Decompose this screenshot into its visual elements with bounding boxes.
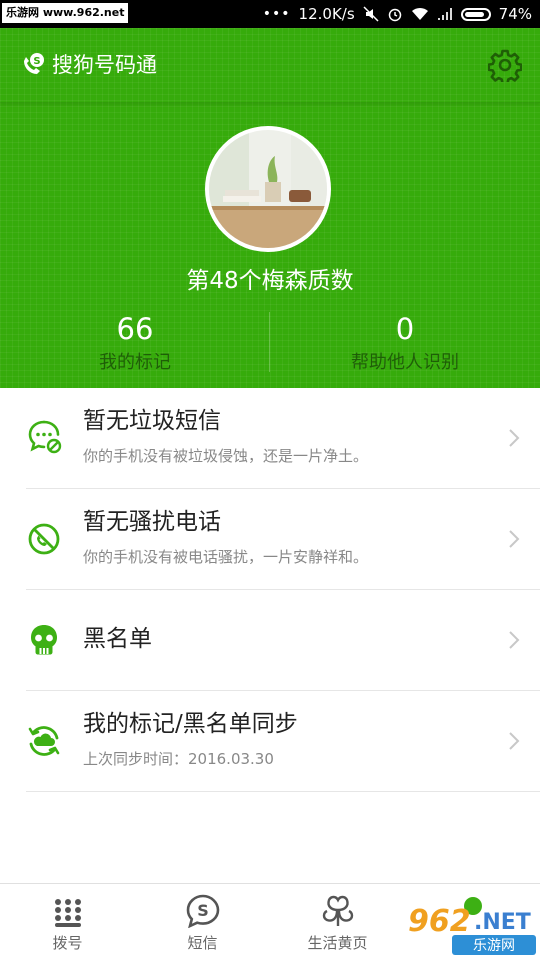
- list-item-title: 我的标记/黑名单同步: [83, 711, 298, 737]
- list-item-blacklist[interactable]: 黑名单: [26, 590, 540, 691]
- tab-label: 生活黄页: [307, 934, 368, 952]
- list-item-spam-sms[interactable]: 暂无垃圾短信 你的手机没有被垃圾侵蚀，还是一片净土。: [26, 388, 540, 489]
- wifi-icon: [411, 7, 428, 20]
- list-item-sync[interactable]: 我的标记/黑名单同步 上次同步时间：2016.03.30: [26, 691, 540, 792]
- avatar[interactable]: [205, 126, 331, 252]
- alarm-icon: [388, 8, 401, 22]
- chevron-right-icon: [509, 429, 520, 447]
- battery-icon: [460, 7, 491, 21]
- stat-value: 0: [395, 312, 415, 346]
- list-item-subtitle: 上次同步时间：2016.03.30: [83, 750, 274, 768]
- cloud-sync-icon: [28, 726, 60, 756]
- battery-percent: 74%: [498, 5, 532, 23]
- stat-label: 帮助他人识别: [351, 352, 459, 373]
- stat-my-marks[interactable]: 66 我的标记: [0, 310, 270, 378]
- stat-value: 66: [116, 312, 154, 346]
- dialpad-icon: [54, 899, 81, 927]
- app-logo-icon: S: [24, 53, 44, 74]
- network-speed: 12.0K/s: [298, 5, 355, 23]
- skull-icon: [31, 625, 57, 655]
- tab-sms[interactable]: S 短信: [135, 884, 270, 961]
- list-item-title: 黑名单: [83, 626, 152, 652]
- signal-dots: •••: [262, 6, 291, 22]
- chevron-right-icon: [509, 732, 520, 750]
- list-item-title: 暂无垃圾短信: [83, 408, 221, 434]
- tab-label: 拨号: [52, 934, 83, 952]
- app-bar: S 搜狗号码通: [0, 28, 540, 103]
- watermark-logo: 962 .NET 乐游网: [408, 904, 536, 955]
- sms-icon: S: [186, 894, 219, 928]
- app-title: 搜狗号码通: [52, 53, 157, 77]
- svg-text:S: S: [197, 901, 209, 920]
- list-item-subtitle: 你的手机没有被电话骚扰，一片安静祥和。: [83, 548, 369, 566]
- mute-icon: [363, 6, 379, 22]
- svg-text:乐游网: 乐游网: [473, 938, 515, 954]
- stat-label: 我的标记: [99, 352, 171, 373]
- site-watermark: 乐游网 www.962.net: [2, 3, 129, 23]
- list-item-harass-call[interactable]: 暂无骚扰电话 你的手机没有被电话骚扰，一片安静祥和。: [26, 489, 540, 590]
- spam-sms-icon: [28, 420, 62, 454]
- clover-icon: [322, 895, 353, 926]
- chevron-right-icon: [509, 530, 520, 548]
- list-item-title: 暂无骚扰电话: [83, 509, 221, 535]
- svg-text:.NET: .NET: [474, 910, 531, 935]
- avatar-image: [209, 130, 327, 248]
- status-icons: ••• 12.0K/s 74%: [263, 0, 532, 28]
- profile-header: S 搜狗号码通 第48个梅森质数 66 我的标记 0 帮助他人识别: [0, 28, 540, 388]
- tab-label: 短信: [187, 934, 218, 952]
- status-bar: 乐游网 www.962.net ••• 12.0K/s 74%: [0, 0, 540, 28]
- list-item-subtitle: 你的手机没有被垃圾侵蚀，还是一片净土。: [83, 447, 369, 465]
- harass-call-block-icon: [28, 523, 60, 555]
- svg-text:962: 962: [408, 904, 471, 939]
- cell-signal-icon: [437, 8, 452, 20]
- feature-list: 暂无垃圾短信 你的手机没有被垃圾侵蚀，还是一片净土。 暂无骚扰电话 你的手机没有…: [0, 388, 540, 792]
- settings-gear-icon[interactable]: [488, 48, 522, 82]
- chevron-right-icon: [509, 631, 520, 649]
- stat-helped-others[interactable]: 0 帮助他人识别: [270, 310, 540, 378]
- user-nickname: 第48个梅森质数: [186, 268, 354, 294]
- tab-yellow-pages[interactable]: 生活黄页: [270, 884, 405, 961]
- tab-dial[interactable]: 拨号: [0, 884, 135, 961]
- svg-text:S: S: [33, 56, 40, 67]
